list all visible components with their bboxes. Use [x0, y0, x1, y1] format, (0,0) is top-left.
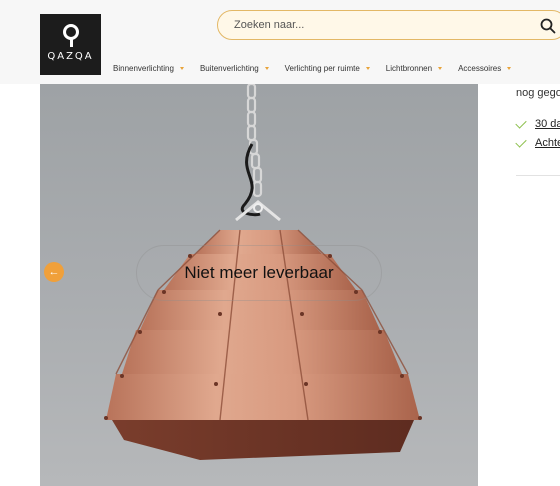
search-icon[interactable]	[540, 18, 556, 34]
nav-item-label: Buitenverlichting	[199, 63, 259, 73]
usp-link[interactable]: 30 da	[535, 118, 560, 130]
search-input[interactable]	[234, 16, 524, 34]
usp-item: Achte	[515, 135, 560, 149]
caret-down-icon	[507, 66, 512, 70]
usp-item: 30 da	[515, 116, 560, 130]
nav-item-label: Accessoires	[458, 63, 502, 73]
search-bar	[217, 10, 560, 40]
nav-item-buitenverlichting[interactable]: Buitenverlichting	[200, 62, 269, 74]
stock-text: nog gego	[516, 87, 560, 99]
qazqa-logo[interactable]: QAZQA	[40, 14, 101, 75]
nav-item-label: Lichtbronnen	[385, 63, 433, 73]
check-icon	[515, 116, 527, 129]
nav-item-accessoires[interactable]: Accessoires	[458, 62, 512, 74]
caret-down-icon	[179, 66, 184, 70]
nav-item-binnenverlichting[interactable]: Binnenverlichting	[113, 62, 184, 74]
nav-item-lichtbronnen[interactable]: Lichtbronnen	[385, 62, 443, 74]
caret-down-icon	[264, 66, 269, 70]
logo-mark-icon	[63, 24, 79, 47]
unavailable-overlay: Niet meer leverbaar	[136, 245, 382, 301]
site-header: QAZQA Binnenverlichting Buitenverlichtin…	[0, 0, 560, 84]
usp-link[interactable]: Achte	[535, 137, 560, 149]
nav-item-label: Verlichting per ruimte	[284, 63, 360, 73]
logo-text: QAZQA	[47, 51, 94, 62]
divider	[516, 175, 560, 176]
nav-item-verlichting-per-ruimte[interactable]: Verlichting per ruimte	[285, 62, 370, 74]
check-icon	[515, 135, 527, 148]
nav-item-label: Binnenverlichting	[113, 63, 174, 73]
main-nav: Binnenverlichting Buitenverlichting Verl…	[113, 62, 527, 74]
caret-down-icon	[365, 66, 370, 70]
caret-down-icon	[438, 66, 443, 70]
previous-image-arrow-icon[interactable]: ←	[44, 262, 64, 282]
